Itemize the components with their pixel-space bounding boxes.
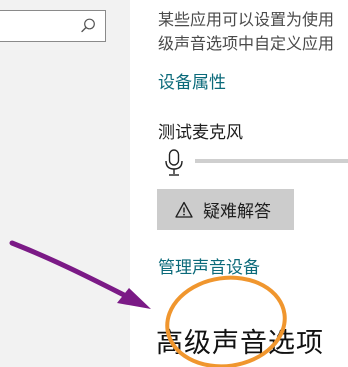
warning-icon [175, 201, 193, 218]
test-microphone-heading: 测试麦克风 [158, 123, 243, 143]
sound-settings-window: 某些应用可以设置为使用 级声音选项中自定义应用 设备属性 测试麦克风 疑难解答 … [0, 0, 348, 367]
troubleshoot-button[interactable]: 疑难解答 [157, 189, 294, 230]
manage-sound-devices-link[interactable]: 管理声音设备 [158, 253, 260, 278]
device-properties-link[interactable]: 设备属性 [158, 68, 226, 93]
advanced-sound-options-heading: 高级声音选项 [156, 328, 324, 359]
description-text: 某些应用可以设置为使用 级声音选项中自定义应用 [158, 8, 348, 56]
microphone-level-meter [195, 159, 348, 163]
description-line-2: 级声音选项中自定义应用 [158, 34, 335, 53]
search-input[interactable] [0, 11, 91, 41]
search-icon[interactable] [79, 17, 97, 35]
description-line-1: 某些应用可以设置为使用 [158, 10, 335, 29]
microphone-icon [165, 149, 183, 176]
troubleshoot-label: 疑难解答 [203, 202, 271, 222]
navigation-pane [0, 0, 130, 367]
search-box[interactable] [0, 10, 106, 42]
